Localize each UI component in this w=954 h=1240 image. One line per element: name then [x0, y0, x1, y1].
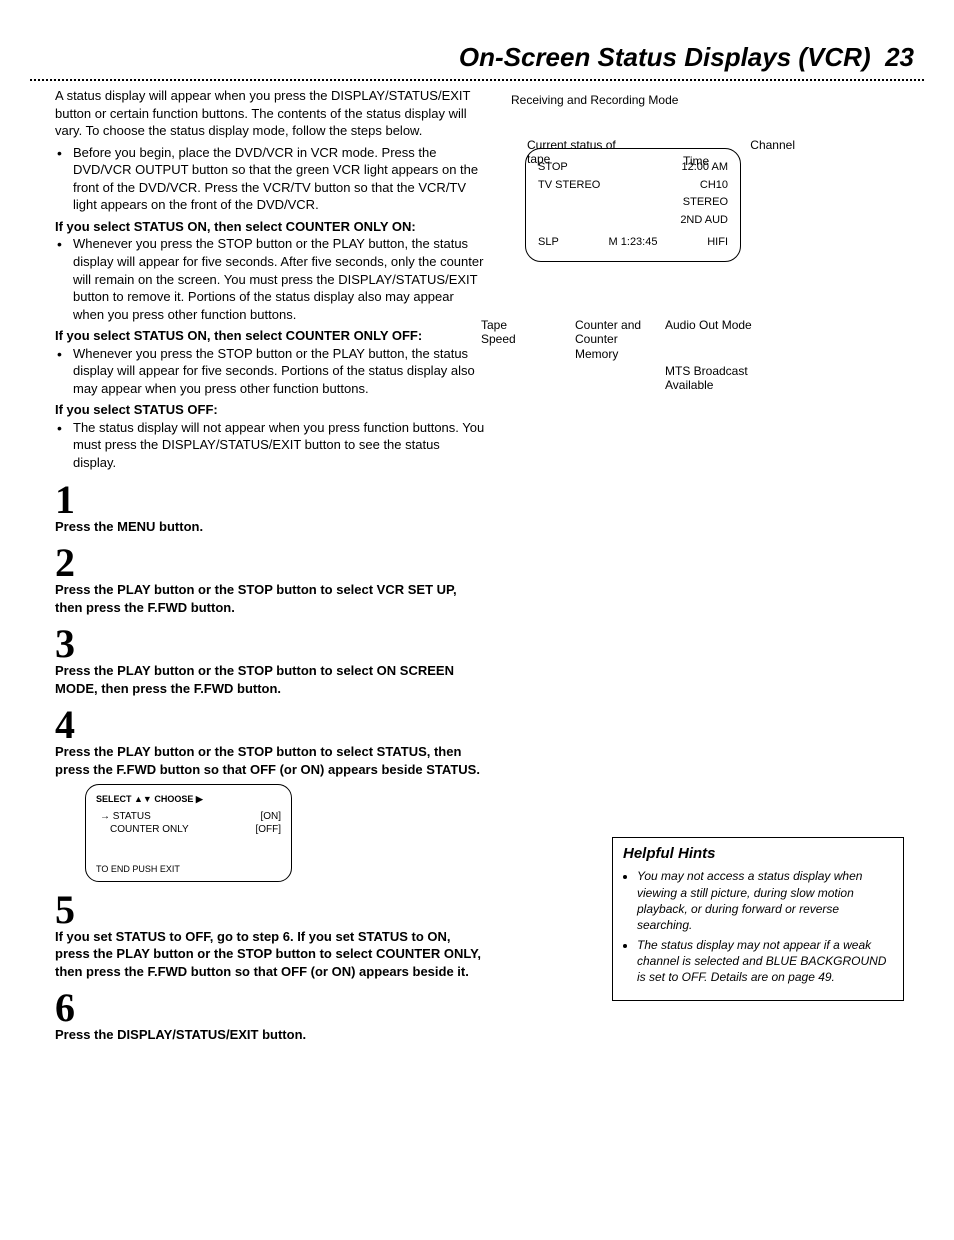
page-number: 23: [885, 42, 914, 72]
main-content: A status display will appear when you pr…: [55, 87, 485, 1044]
label-mts: MTS Broadcast Available: [665, 364, 755, 393]
option3-title: If you select STATUS OFF:: [55, 401, 485, 419]
menu-counter-value: [OFF]: [255, 823, 281, 837]
menu-status-label: → STATUS: [96, 810, 151, 824]
option3-bullet: The status display will not appear when …: [55, 419, 485, 472]
step-number-5: 5: [55, 890, 485, 930]
osd-stop: STOP: [538, 159, 568, 177]
intro-text: A status display will appear when you pr…: [55, 87, 485, 140]
osd-time: 12:00 AM: [682, 159, 728, 177]
menu-header: SELECT ▲▼ CHOOSE ▶: [96, 793, 281, 805]
osd-stereo: STEREO: [683, 194, 728, 212]
diagram-title: Receiving and Recording Mode: [511, 92, 825, 108]
step-number-6: 6: [55, 988, 485, 1028]
osd-tvstereo: TV STEREO: [538, 177, 600, 195]
menu-footer: TO END PUSH EXIT: [96, 863, 281, 875]
step-1-text: Press the MENU button.: [55, 518, 485, 536]
title-text: On-Screen Status Displays (VCR): [459, 42, 871, 72]
osd-menu-box: SELECT ▲▼ CHOOSE ▶ → STATUS [ON] COUNTER…: [85, 784, 292, 881]
page-title: On-Screen Status Displays (VCR) 23: [30, 40, 924, 75]
osd-2ndaud: 2ND AUD: [680, 212, 728, 230]
option2-bullet: Whenever you press the STOP button or th…: [55, 345, 485, 398]
dotted-rule: [30, 79, 924, 81]
step-3-text: Press the PLAY button or the STOP button…: [55, 662, 485, 697]
hint-1: You may not access a status display when…: [637, 868, 893, 933]
osd-slp: SLP: [538, 234, 559, 252]
osd-channel: CH10: [700, 177, 728, 195]
step-number-4: 4: [55, 705, 485, 745]
step-6-text: Press the DISPLAY/STATUS/EXIT button.: [55, 1026, 485, 1044]
label-audio-out: Audio Out Mode: [665, 318, 765, 332]
osd-screen: STOP 12:00 AM TV STEREO CH10 STEREO 2ND …: [525, 148, 741, 262]
option2-title: If you select STATUS ON, then select COU…: [55, 327, 485, 345]
label-tape-speed: Tape Speed: [481, 318, 531, 347]
status-diagram: Receiving and Recording Mode Current sta…: [505, 92, 825, 262]
prep-bullet: Before you begin, place the DVD/VCR in V…: [55, 144, 485, 214]
label-counter: Counter and Counter Memory: [575, 318, 645, 361]
step-number-1: 1: [55, 480, 485, 520]
menu-row-counter: COUNTER ONLY [OFF]: [96, 823, 281, 837]
menu-status-value: [ON]: [260, 810, 281, 824]
step-2-text: Press the PLAY button or the STOP button…: [55, 581, 485, 616]
menu-counter-label: COUNTER ONLY: [96, 823, 189, 837]
step-number-2: 2: [55, 543, 485, 583]
label-channel: Channel: [750, 138, 795, 152]
hint-2: The status display may not appear if a w…: [637, 937, 893, 986]
menu-row-status: → STATUS [ON]: [96, 810, 281, 824]
step-5-text: If you set STATUS to OFF, go to step 6. …: [55, 928, 485, 981]
helpful-hints-box: Helpful Hints You may not access a statu…: [612, 837, 904, 1001]
osd-counter: M 1:23:45: [609, 234, 658, 252]
option1-title: If you select STATUS ON, then select COU…: [55, 218, 485, 236]
step-4-text: Press the PLAY button or the STOP button…: [55, 743, 485, 778]
option1-bullet: Whenever you press the STOP button or th…: [55, 235, 485, 323]
osd-hifi: HIFI: [707, 234, 728, 252]
step-number-3: 3: [55, 624, 485, 664]
hints-title: Helpful Hints: [623, 844, 893, 864]
